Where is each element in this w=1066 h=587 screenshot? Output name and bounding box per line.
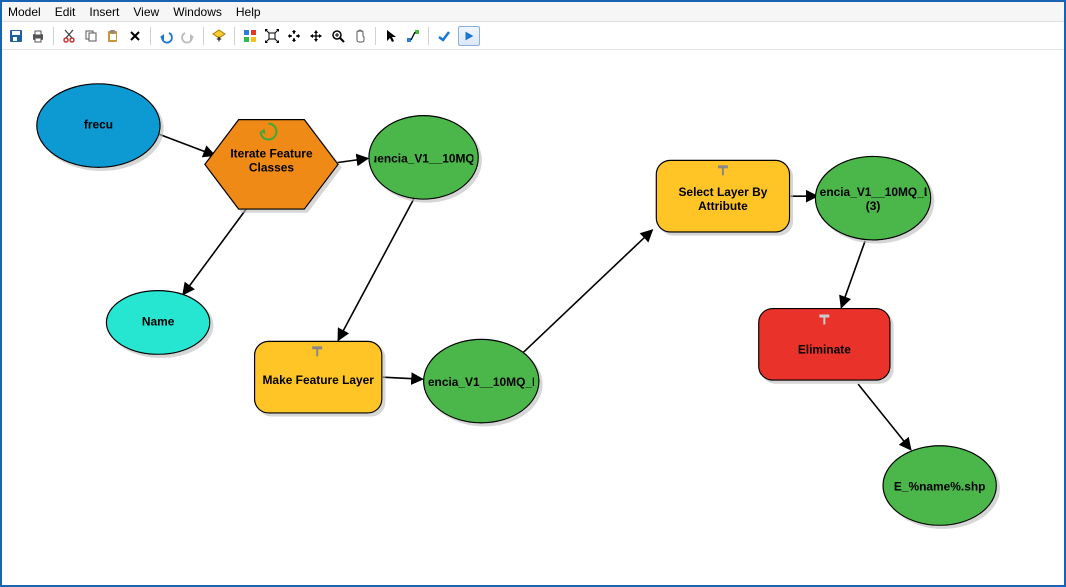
hand-icon bbox=[352, 28, 368, 44]
menu-help[interactable]: Help bbox=[236, 2, 261, 21]
save-icon bbox=[8, 28, 24, 44]
save-button[interactable] bbox=[6, 26, 26, 46]
node-name[interactable]: Name bbox=[106, 291, 209, 355]
auto-layout-button[interactable] bbox=[240, 26, 260, 46]
node-final-label: E_%name%.shp bbox=[894, 481, 986, 495]
undo-icon bbox=[158, 28, 174, 44]
toolbar-separator bbox=[150, 27, 151, 45]
full-extent-button[interactable] bbox=[262, 26, 282, 46]
fixed-zoom-in-button[interactable] bbox=[284, 26, 304, 46]
zoom-in-arrows-icon bbox=[286, 28, 302, 44]
node-eliminate[interactable]: Eliminate bbox=[759, 309, 890, 381]
node-output-layer[interactable]: frecuencia_V1__10MQ_Layer bbox=[424, 339, 539, 423]
node-name-label: Name bbox=[142, 316, 175, 330]
node-frecu-label: frecu bbox=[84, 119, 113, 133]
node-output-layer-label: frecuencia_V1__10MQ_Layer bbox=[429, 376, 534, 390]
zoom-in-tool[interactable] bbox=[328, 26, 348, 46]
toolbar-separator bbox=[203, 27, 204, 45]
toolbar-separator bbox=[428, 27, 429, 45]
magnifier-icon bbox=[330, 28, 346, 44]
layout-icon bbox=[242, 28, 258, 44]
pan-tool[interactable] bbox=[350, 26, 370, 46]
validate-button[interactable] bbox=[434, 26, 454, 46]
paste-button[interactable] bbox=[103, 26, 123, 46]
run-button[interactable] bbox=[458, 26, 480, 46]
node-frecu[interactable]: frecu bbox=[37, 84, 160, 168]
print-button[interactable] bbox=[28, 26, 48, 46]
menu-model[interactable]: Model bbox=[8, 2, 41, 21]
delete-button[interactable] bbox=[125, 26, 145, 46]
delete-icon bbox=[127, 28, 143, 44]
paste-icon bbox=[105, 28, 121, 44]
undo-button[interactable] bbox=[156, 26, 176, 46]
redo-icon bbox=[180, 28, 196, 44]
node-output-layer3-label: frecuencia_V1__10MQ_Layer (3) bbox=[819, 186, 926, 213]
node-iterate-label: Iterate Feature Classes bbox=[213, 148, 330, 175]
node-make-layer-label: Make Feature Layer bbox=[262, 374, 373, 388]
menubar: Model Edit Insert View Windows Help bbox=[2, 2, 1064, 22]
svg-text:+: + bbox=[216, 34, 221, 44]
print-icon bbox=[30, 28, 46, 44]
add-data-button[interactable]: + bbox=[209, 26, 229, 46]
connect-icon bbox=[405, 28, 421, 44]
node-output-layer-3[interactable]: frecuencia_V1__10MQ_Layer (3) bbox=[815, 156, 930, 240]
add-data-icon: + bbox=[211, 28, 227, 44]
menu-insert[interactable]: Insert bbox=[89, 2, 119, 21]
node-final-output[interactable]: E_%name%.shp bbox=[883, 446, 996, 526]
connect-tool[interactable] bbox=[403, 26, 423, 46]
node-select-layer-by-attribute[interactable]: Select Layer By Attribute bbox=[656, 160, 789, 232]
copy-icon bbox=[83, 28, 99, 44]
modelbuilder-window: Model Edit Insert View Windows Help bbox=[0, 0, 1066, 587]
toolbar: + bbox=[2, 22, 1064, 50]
node-output-shp-label: frecuencia_V1__10MQ.shp bbox=[374, 153, 473, 167]
zoom-out-arrows-icon bbox=[308, 28, 324, 44]
fixed-zoom-out-button[interactable] bbox=[306, 26, 326, 46]
cut-icon bbox=[61, 28, 77, 44]
node-eliminate-label: Eliminate bbox=[798, 343, 851, 357]
menu-edit[interactable]: Edit bbox=[55, 2, 76, 21]
toolbar-separator bbox=[375, 27, 376, 45]
node-iterate-feature-classes[interactable]: Iterate Feature Classes bbox=[205, 120, 338, 209]
pointer-icon bbox=[383, 28, 399, 44]
model-canvas[interactable]: frecu Iterate Feature Classes Nam bbox=[4, 52, 1062, 583]
select-tool[interactable] bbox=[381, 26, 401, 46]
full-extent-icon bbox=[264, 28, 280, 44]
node-output-shp[interactable]: frecuencia_V1__10MQ.shp bbox=[369, 116, 478, 200]
model-graph: frecu Iterate Feature Classes Nam bbox=[4, 52, 1062, 583]
node-make-feature-layer[interactable]: Make Feature Layer bbox=[255, 341, 382, 413]
copy-button[interactable] bbox=[81, 26, 101, 46]
play-icon bbox=[462, 29, 476, 43]
cut-button[interactable] bbox=[59, 26, 79, 46]
node-select-attr-label: Select Layer By Attribute bbox=[662, 186, 783, 213]
toolbar-separator bbox=[234, 27, 235, 45]
check-icon bbox=[436, 28, 452, 44]
menu-windows[interactable]: Windows bbox=[173, 2, 222, 21]
redo-button[interactable] bbox=[178, 26, 198, 46]
menu-view[interactable]: View bbox=[133, 2, 159, 21]
toolbar-separator bbox=[53, 27, 54, 45]
